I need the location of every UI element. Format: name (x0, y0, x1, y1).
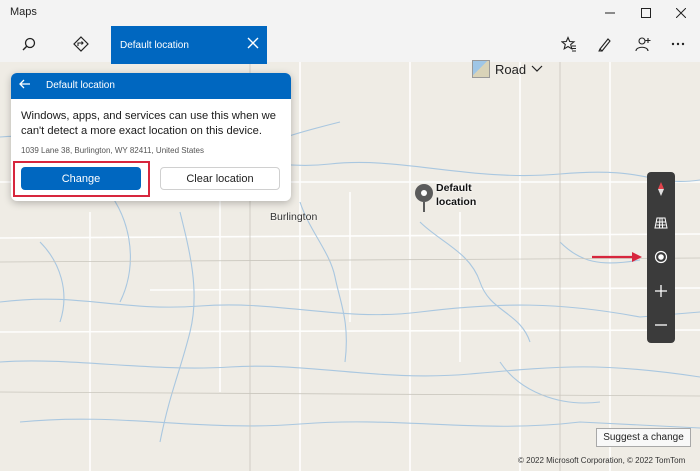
view-label: Road (495, 61, 527, 77)
suggest-change-button[interactable]: Suggest a change (596, 428, 691, 447)
more-icon[interactable] (661, 26, 695, 62)
title-bar: Maps (0, 0, 700, 26)
location-pin-icon[interactable] (413, 183, 435, 213)
close-search-icon[interactable] (247, 36, 259, 52)
view-selector[interactable]: Road (472, 60, 543, 78)
search-icon[interactable] (12, 26, 46, 62)
app-title: Maps (10, 6, 37, 18)
default-location-panel: Default location Windows, apps, and serv… (11, 73, 291, 201)
change-button[interactable]: Change (21, 167, 141, 190)
zoom-out-icon[interactable] (647, 308, 675, 342)
favorites-icon[interactable] (552, 26, 586, 62)
close-icon[interactable] (661, 0, 700, 26)
tilt-icon[interactable] (647, 206, 675, 240)
search-bar-label: Default location (120, 40, 189, 51)
pin-label-line1: Default (436, 182, 472, 194)
minimize-icon[interactable] (590, 0, 630, 26)
ink-icon[interactable] (588, 26, 622, 62)
back-arrow-icon[interactable] (19, 78, 31, 93)
locate-icon[interactable] (647, 240, 675, 274)
pin-label: Default location (436, 181, 476, 209)
zoom-in-icon[interactable] (647, 274, 675, 308)
panel-header: Default location (11, 73, 291, 99)
panel-title: Default location (46, 80, 115, 91)
view-swatch-icon (472, 60, 490, 78)
chevron-down-icon (531, 65, 543, 72)
compass-icon[interactable] (647, 172, 675, 206)
directions-icon[interactable] (64, 26, 98, 62)
toolbar: Road (0, 26, 700, 78)
panel-description: Windows, apps, and services can use this… (21, 110, 276, 137)
search-bar[interactable]: Default location (111, 26, 267, 64)
red-arrow-icon (592, 252, 642, 262)
pin-label-line2: location (436, 196, 477, 208)
copyright-text: © 2022 Microsoft Corporation, © 2022 Tom… (518, 456, 686, 465)
panel-address: 1039 Lane 38, Burlington, WY 82411, Unit… (21, 146, 204, 155)
maximize-icon[interactable] (626, 0, 666, 26)
map-controls (647, 172, 675, 343)
city-label: Burlington (270, 211, 318, 223)
add-person-icon[interactable] (626, 26, 660, 62)
clear-location-button[interactable]: Clear location (160, 167, 280, 190)
